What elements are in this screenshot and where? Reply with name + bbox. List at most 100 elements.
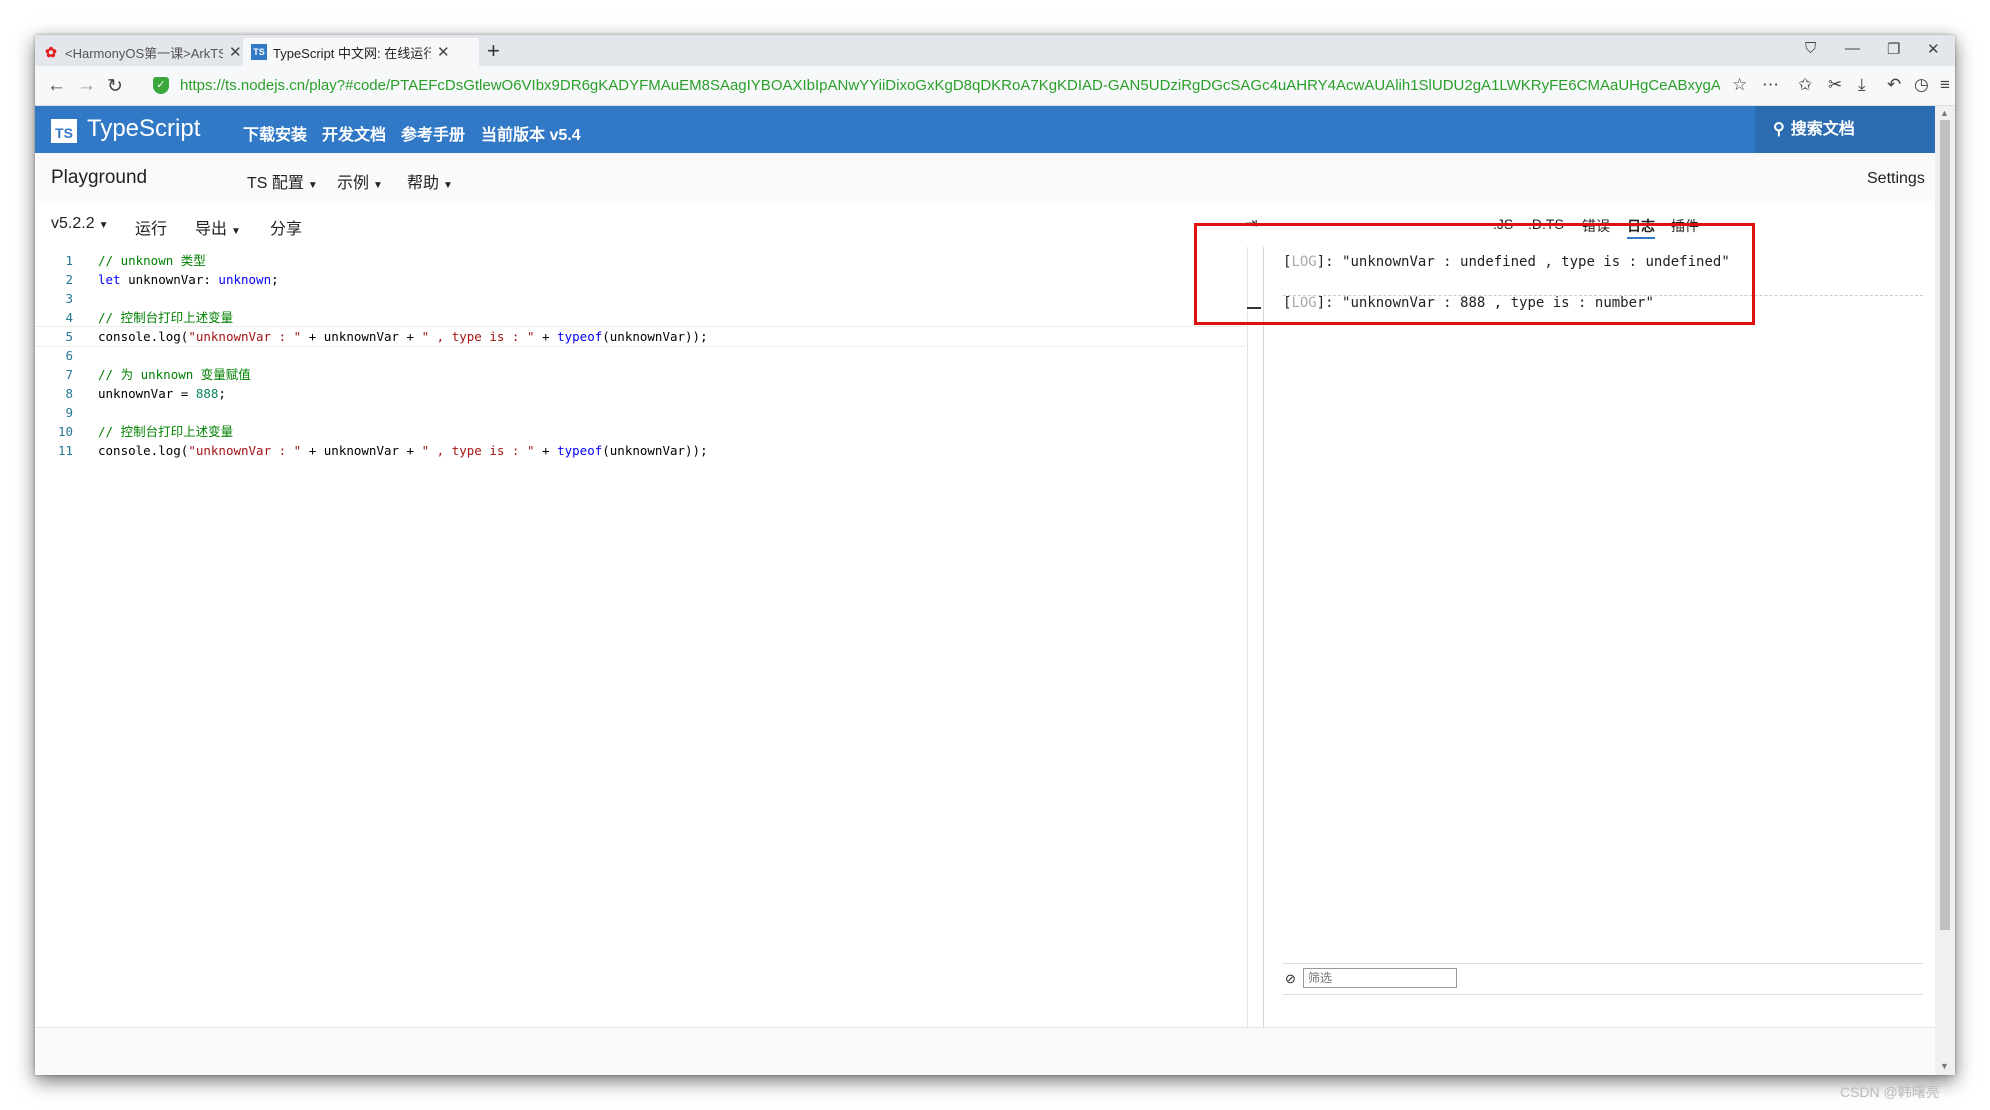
type-keyword: unknown [218, 272, 272, 287]
undo-icon[interactable]: ↶ [1887, 75, 1901, 95]
share-button[interactable]: 分享 [270, 215, 302, 239]
identifier: + unknownVar + [301, 329, 422, 344]
browser-tab-harmonyos[interactable]: ✿ <HarmonyOS第一课>ArkTS ✕ [35, 38, 243, 66]
close-icon[interactable]: ✕ [437, 43, 450, 61]
identifier: console.log( [98, 443, 189, 458]
line-code: // 控制台打印上述变量 [98, 308, 233, 327]
punctuation: ; [218, 386, 226, 401]
line-number: 9 [65, 405, 73, 420]
watermark: CSDN @韩曙亮 [1840, 1084, 1940, 1100]
new-tab-button[interactable]: + [487, 39, 500, 63]
site-header: TS TypeScript 下载安装 开发文档 参考手册 当前版本 v5.4 ⚲… [35, 106, 1935, 153]
string: "unknownVar : " [188, 329, 302, 344]
keyword: typeof [557, 443, 603, 458]
editor-divider[interactable] [1247, 247, 1264, 1027]
more-icon[interactable]: ⋯ [1762, 75, 1779, 95]
line-code: // 为 unknown 变量赋值 [98, 365, 251, 384]
bookmark-star-icon[interactable]: ☆ [1732, 75, 1747, 95]
download-icon[interactable]: ⤓ [1858, 75, 1866, 95]
address-bar: ← → ↻ ✓ https://ts.nodejs.cn/play?#code/… [35, 66, 1955, 106]
menu-ts-config[interactable]: TS 配置 ▼ [247, 169, 318, 193]
export-button[interactable]: 导出 ▼ [195, 215, 241, 239]
line-number: 1 [65, 253, 73, 268]
nav-download[interactable]: 下载安装 [243, 121, 307, 145]
scissors-icon[interactable]: ✂ [1828, 75, 1842, 95]
code-editor[interactable]: 1 // unknown 类型 2 let unknownVar: unknown;… [35, 247, 1264, 1027]
comment: // unknown 类型 [98, 253, 206, 268]
filter-input[interactable] [1303, 968, 1457, 988]
restore-icon[interactable]: ❐ [1887, 40, 1900, 58]
browser-window: ✿ <HarmonyOS第一课>ArkTS ✕ TS TypeScript 中文… [35, 35, 1955, 1075]
string: " , type is : " [421, 443, 535, 458]
nav-version[interactable]: 当前版本 v5.4 [481, 121, 581, 145]
reload-icon[interactable]: ↻ [107, 75, 123, 98]
line-number: 3 [65, 291, 73, 306]
secure-shield-icon: ✓ [153, 77, 169, 94]
menu-icon[interactable]: ≡ [1940, 75, 1950, 95]
identifier: console.log( [98, 329, 189, 344]
settings-link[interactable]: Settings [1867, 170, 1925, 188]
url-field[interactable]: https://ts.nodejs.cn/play?#code/PTAEFcDs… [180, 77, 1720, 94]
forward-icon[interactable]: → [77, 75, 96, 97]
scroll-down-icon[interactable]: ▼ [1940, 1061, 1949, 1071]
highlight-box [1194, 223, 1755, 325]
chevron-down-icon: ▼ [98, 220, 109, 231]
identifier: (unknownVar)); [602, 443, 708, 458]
line-code: // 控制台打印上述变量 [98, 422, 233, 441]
scroll-up-icon[interactable]: ▲ [1940, 108, 1949, 118]
close-window-icon[interactable]: ✕ [1927, 40, 1940, 58]
favorites-icon[interactable]: ✩ [1798, 75, 1812, 95]
nav-docs[interactable]: 开发文档 [322, 121, 386, 145]
clear-logs-icon[interactable]: ⊘ [1285, 971, 1296, 987]
editor-toolbar: v5.2.2 ▼ 运行 导出 ▼ 分享 ⇥ [35, 201, 1263, 248]
version-select[interactable]: v5.2.2 ▼ [51, 215, 109, 233]
line-code: unknownVar = 888; [98, 384, 226, 403]
identifier: unknownVar = [98, 386, 196, 401]
scrollbar-thumb[interactable] [1940, 120, 1950, 930]
identifier: (unknownVar)); [602, 329, 708, 344]
tab-label: <HarmonyOS第一课>ArkTS [65, 45, 223, 61]
operator: + [534, 443, 558, 458]
chevron-down-icon: ▼ [231, 226, 241, 237]
identifier: unknownVar: [120, 272, 219, 287]
search-docs-button[interactable]: ⚲ 搜索文档 [1755, 106, 1935, 153]
line-code: // unknown 类型 [98, 251, 206, 270]
page-title: Playground [51, 167, 148, 188]
history-icon[interactable]: ◷ [1914, 75, 1929, 95]
close-icon[interactable]: ✕ [229, 43, 242, 61]
huawei-icon: ✿ [45, 43, 57, 60]
browser-tab-typescript[interactable]: TS TypeScript 中文网: 在线运行 ✕ [243, 38, 479, 66]
nav-handbook[interactable]: 参考手册 [401, 121, 465, 145]
string: " , type is : " [421, 329, 535, 344]
line-number: 6 [65, 348, 73, 363]
line-code: console.log("unknownVar : " + unknownVar… [98, 327, 708, 346]
comment: // 控制台打印上述变量 [98, 424, 234, 439]
code-line-current: 5 console.log("unknownVar : " + unknownVa… [35, 326, 1245, 347]
menu-examples[interactable]: 示例 ▼ [337, 169, 383, 193]
line-number: 2 [65, 272, 73, 287]
site-brand[interactable]: TypeScript [87, 115, 200, 143]
line-number: 7 [65, 367, 73, 382]
search-icon: ⚲ [1773, 121, 1785, 138]
menu-label: 示例 [337, 175, 370, 192]
run-button[interactable]: 运行 [135, 215, 167, 239]
version-label: v5.2.2 [51, 215, 95, 232]
shirt-icon[interactable]: ⛉ [1805, 40, 1816, 57]
chevron-down-icon: ▼ [373, 180, 383, 191]
menu-help[interactable]: 帮助 ▼ [407, 169, 453, 193]
log-filter-row: ⊘ [1283, 963, 1923, 995]
ts-logo-icon[interactable]: TS [51, 119, 77, 143]
chevron-down-icon: ▼ [307, 180, 318, 191]
minimize-icon[interactable]: — [1845, 40, 1860, 57]
keyword: let [98, 272, 121, 287]
line-code: let unknownVar: unknown; [98, 270, 279, 289]
line-number: 5 [65, 329, 73, 344]
comment: // 控制台打印上述变量 [98, 310, 234, 325]
page-scrollbar[interactable]: ▲ ▼ [1935, 106, 1955, 1075]
page-footer [35, 1027, 1935, 1075]
comment: // 为 unknown 变量赋值 [98, 367, 251, 382]
back-icon[interactable]: ← [47, 75, 66, 97]
line-code: console.log("unknownVar : " + unknownVar… [98, 441, 708, 460]
identifier: + unknownVar + [301, 443, 422, 458]
tab-strip: ✿ <HarmonyOS第一课>ArkTS ✕ TS TypeScript 中文… [35, 35, 1955, 66]
